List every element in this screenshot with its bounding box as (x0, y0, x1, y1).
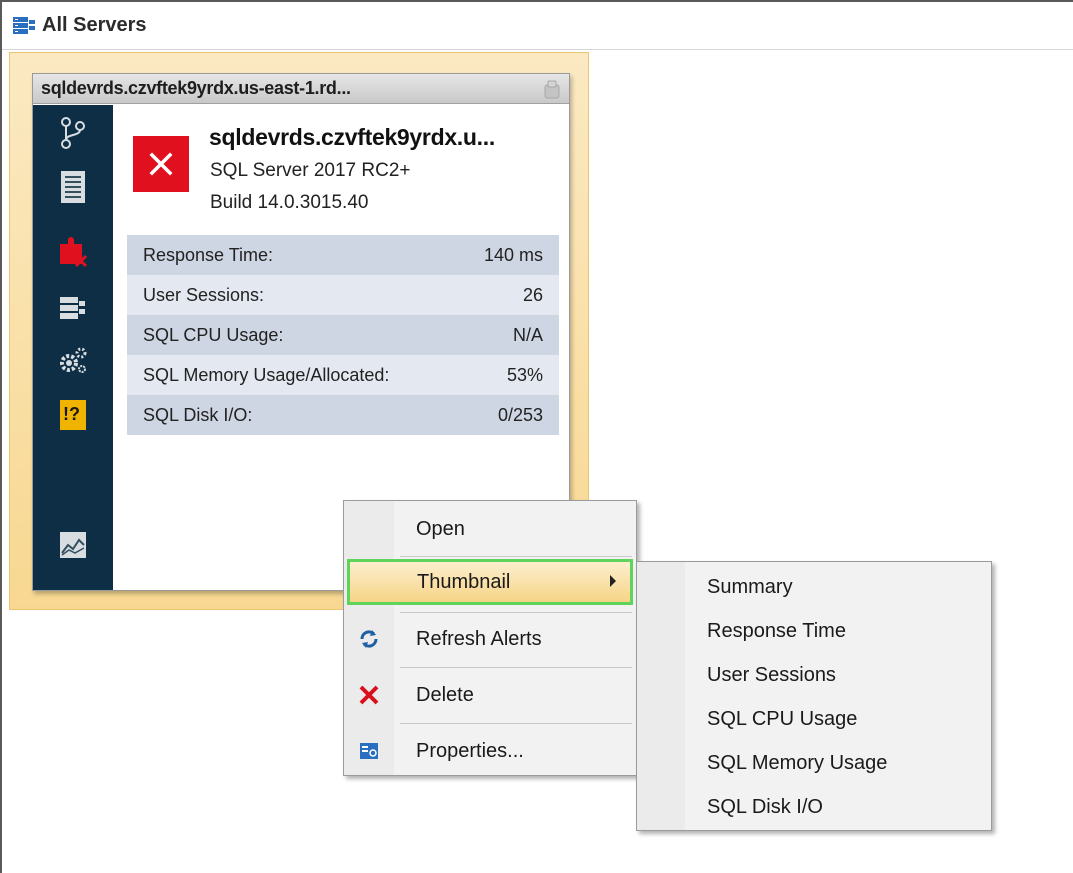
metric-label: Response Time: (143, 244, 274, 265)
menu-separator (400, 723, 632, 724)
metric-label: SQL CPU Usage: (143, 324, 284, 345)
puzzle-error-icon[interactable] (53, 231, 93, 271)
menu-item-open[interactable]: Open (344, 503, 636, 555)
metric-label: User Sessions: (143, 284, 265, 305)
card-sidebar: !? (33, 105, 113, 590)
metric-row-sql-memory: SQL Memory Usage/Allocated: 53% (127, 355, 559, 395)
card-title: sqldevrds.czvftek9yrdx.us-east-1.rd... (41, 78, 351, 98)
properties-icon (356, 738, 382, 764)
server-version: SQL Server 2017 RC2+ (210, 160, 411, 181)
menu-item-label: Thumbnail (417, 570, 511, 593)
server-build: Build 14.0.3015.40 (210, 192, 369, 213)
metric-value: 140 ms (483, 244, 543, 265)
alert-question-icon[interactable]: !? (53, 395, 93, 435)
metric-value: N/A (512, 324, 543, 345)
metric-value: 0/253 (497, 404, 543, 425)
submenu-item-user-sessions[interactable]: User Sessions (707, 664, 836, 687)
pin-icon[interactable] (541, 79, 563, 101)
metric-row-sql-disk-io: SQL Disk I/O: 0/253 (127, 395, 559, 435)
menu-item-label: Properties... (416, 739, 524, 762)
menu-item-properties[interactable]: Properties... (344, 725, 636, 777)
menu-separator (400, 667, 632, 668)
menu-item-label: Delete (416, 683, 474, 706)
branch-icon[interactable] (53, 113, 93, 153)
metric-label: SQL Memory Usage/Allocated: (143, 364, 390, 385)
menu-separator (400, 556, 632, 557)
database-servers-icon[interactable] (53, 289, 93, 329)
metric-value: 26 (522, 284, 543, 305)
servers-icon (12, 15, 36, 37)
page-header: All Servers (2, 2, 1073, 50)
metric-row-user-sessions: User Sessions: 26 (127, 275, 559, 315)
thumbnail-submenu: Summary Response Time User Sessions SQL … (636, 561, 992, 831)
gears-icon[interactable] (53, 341, 93, 381)
metrics-table: Response Time: 140 ms User Sessions: 26 … (127, 235, 559, 435)
menu-item-thumbnail[interactable]: Thumbnail (347, 559, 633, 605)
menu-item-delete[interactable]: Delete (344, 669, 636, 721)
submenu-icon-gutter (637, 562, 685, 830)
menu-item-label: Open (416, 517, 465, 540)
document-icon[interactable] (53, 167, 93, 207)
metric-row-response-time: Response Time: 140 ms (127, 235, 559, 275)
submenu-item-sql-disk-io[interactable]: SQL Disk I/O (707, 796, 823, 819)
metric-value: 53% (506, 364, 543, 385)
card-titlebar[interactable]: sqldevrds.czvftek9yrdx.us-east-1.rd... (33, 74, 569, 104)
page-title: All Servers (42, 14, 147, 36)
refresh-icon (356, 626, 382, 652)
submenu-item-sql-memory-usage[interactable]: SQL Memory Usage (707, 752, 887, 775)
submenu-item-summary[interactable]: Summary (707, 576, 793, 599)
menu-item-refresh-alerts[interactable]: Refresh Alerts (344, 613, 636, 665)
submenu-item-sql-cpu-usage[interactable]: SQL CPU Usage (707, 708, 857, 731)
delete-icon (356, 682, 382, 708)
svg-text:!?: !? (63, 404, 80, 424)
menu-item-label: Refresh Alerts (416, 627, 542, 650)
context-menu: Open Thumbnail Refresh Alerts Delete Pro… (343, 500, 637, 776)
server-name: sqldevrds.czvftek9yrdx.u... (209, 124, 495, 150)
error-status-icon (133, 136, 189, 192)
submenu-arrow-icon (610, 575, 616, 587)
metric-label: SQL Disk I/O: (143, 404, 253, 425)
metric-row-sql-cpu: SQL CPU Usage: N/A (127, 315, 559, 355)
chart-icon[interactable] (53, 525, 93, 565)
submenu-item-response-time[interactable]: Response Time (707, 620, 846, 643)
